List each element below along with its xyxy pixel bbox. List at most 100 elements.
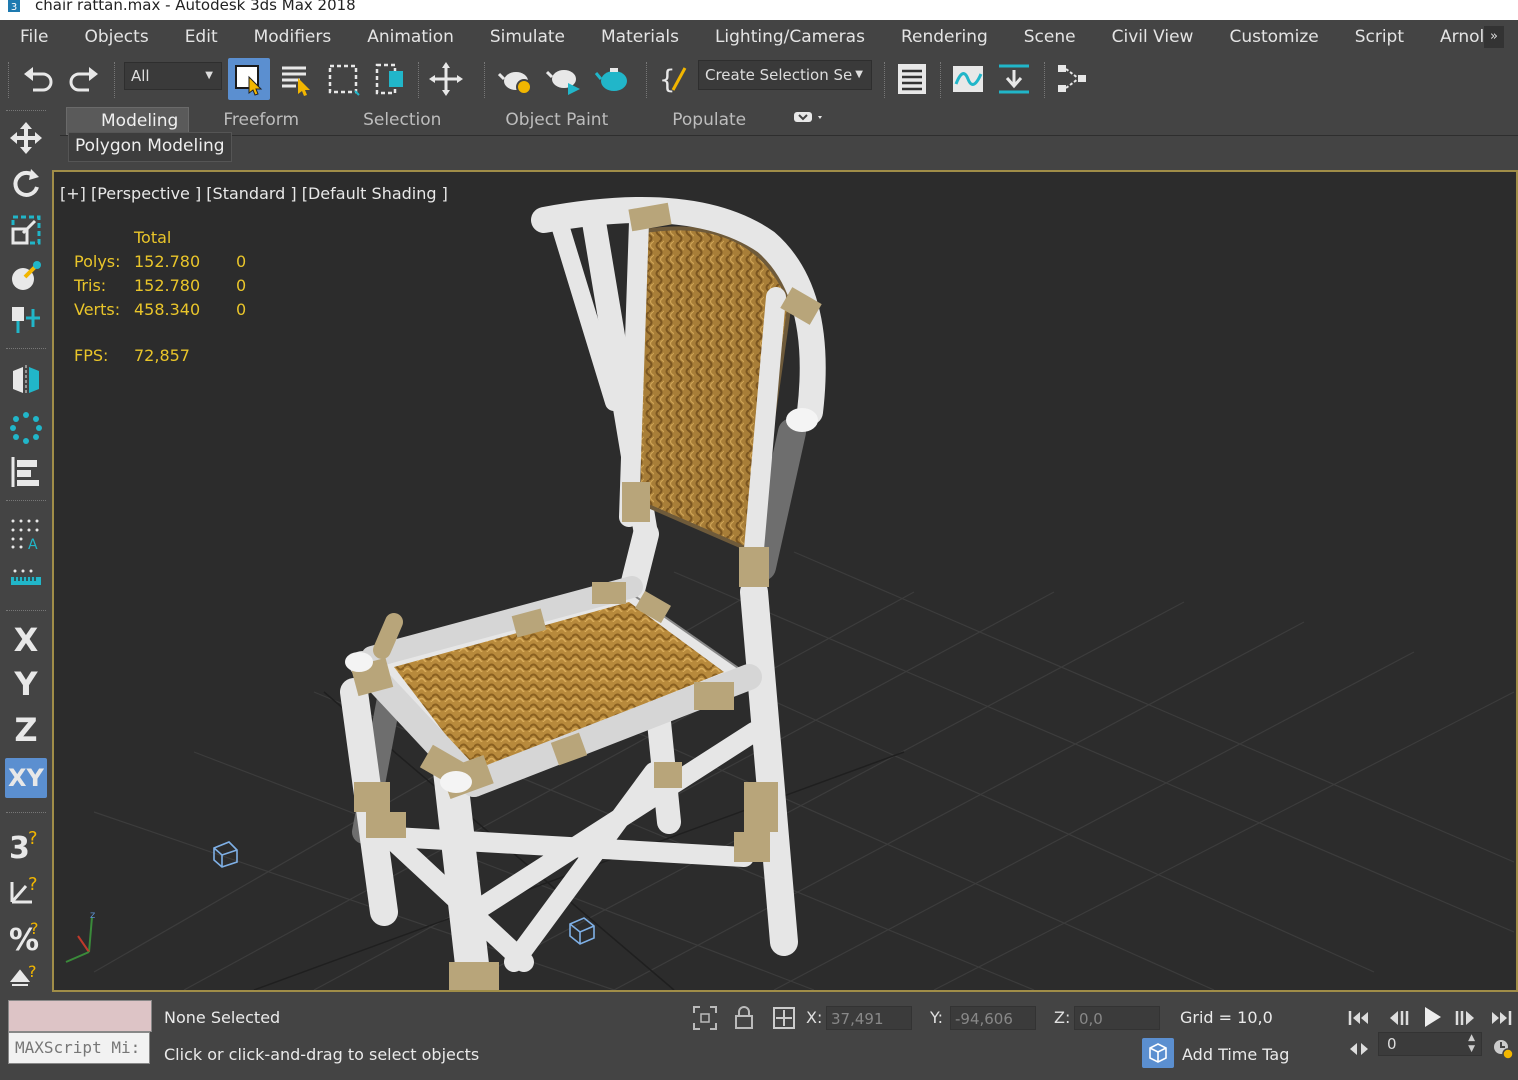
play-button[interactable] <box>1416 1002 1448 1032</box>
tab-freeform[interactable]: Freeform <box>189 107 299 135</box>
maxscript-mini-listener[interactable]: MAXScript Mi: <box>8 1032 150 1064</box>
menu-animation[interactable]: Animation <box>349 20 472 54</box>
dope-sheet-icon <box>999 64 1029 94</box>
stats-value: 0 <box>236 252 247 271</box>
menu-rendering[interactable]: Rendering <box>883 20 1006 54</box>
add-time-tag-label[interactable]: Add Time Tag <box>1182 1045 1289 1064</box>
key-mode-toggle-button[interactable] <box>1344 1036 1374 1062</box>
snaps-toggle-button[interactable]: A <box>5 514 47 554</box>
menu-overflow-button[interactable]: » <box>1484 26 1504 48</box>
go-to-end-button[interactable] <box>1486 1004 1516 1032</box>
percent-snap-button[interactable]: %? <box>5 916 47 956</box>
angle-snap-button[interactable]: ? <box>5 870 47 910</box>
render-frame-button[interactable] <box>544 60 588 98</box>
array-button[interactable] <box>5 408 47 448</box>
select-by-name-icon <box>282 66 310 96</box>
menu-civil-view[interactable]: Civil View <box>1094 20 1212 54</box>
transform-mode-button[interactable] <box>770 1004 798 1032</box>
schematic-view-button[interactable] <box>1052 60 1092 98</box>
z-coord-field[interactable]: 0,0 <box>1074 1006 1160 1030</box>
rectangular-selection-button[interactable] <box>322 60 364 98</box>
constrain-xy-button[interactable]: XY <box>5 758 47 798</box>
ribbon-options-button[interactable] <box>746 107 828 135</box>
spinner-snap-button[interactable]: ? <box>5 960 47 992</box>
tab-object-paint[interactable]: Object Paint <box>441 107 608 135</box>
window-crossing-icon <box>375 63 403 95</box>
spinner-snap-icon: ? <box>9 962 37 986</box>
select-by-name-button[interactable] <box>276 60 316 98</box>
menu-edit[interactable]: Edit <box>167 20 236 54</box>
isolate-selection-button[interactable] <box>690 1004 720 1032</box>
tab-modeling[interactable]: Modeling <box>66 107 190 135</box>
undo-button[interactable] <box>18 60 58 98</box>
menu-objects[interactable]: Objects <box>66 20 166 54</box>
menu-simulate[interactable]: Simulate <box>472 20 583 54</box>
window-title: chair rattan.max - Autodesk 3ds Max 2018 <box>35 0 356 14</box>
constrain-y-button[interactable]: Y <box>5 664 47 704</box>
toolbar-separator <box>418 62 420 98</box>
teapot-render-icon <box>546 70 580 95</box>
stats-value: 152.780 <box>134 252 201 271</box>
listener-swatch[interactable] <box>8 1000 152 1032</box>
dope-sheet-button[interactable] <box>994 60 1034 98</box>
x-coord-field[interactable]: 37,491 <box>826 1006 912 1030</box>
snap-3d-button[interactable]: 3? <box>5 824 47 864</box>
time-configuration-button[interactable] <box>1490 1036 1516 1062</box>
menu-file[interactable]: File <box>0 20 66 54</box>
scene-explorer-button[interactable] <box>892 60 932 98</box>
polygon-modeling-panel[interactable]: Polygon Modeling <box>68 132 232 162</box>
menu-script[interactable]: Script <box>1337 20 1422 54</box>
spinner-arrows-icon[interactable]: ▲ ▼ <box>1468 1033 1475 1055</box>
curve-editor-button[interactable] <box>948 60 988 98</box>
named-selection-set-dropdown[interactable]: Create Selection Se ▼ <box>698 60 872 90</box>
place-tool-button[interactable] <box>5 256 47 296</box>
tab-populate[interactable]: Populate <box>608 107 746 135</box>
measure-button[interactable] <box>5 558 47 598</box>
pivot-tool-button[interactable] <box>5 300 47 340</box>
scale-tool-button[interactable] <box>5 210 47 250</box>
menu-modifiers[interactable]: Modifiers <box>236 20 350 54</box>
menu-lighting-cameras[interactable]: Lighting/Cameras <box>697 20 883 54</box>
edit-named-selection-button[interactable]: { <box>654 60 694 98</box>
time-tag-button[interactable] <box>1142 1038 1174 1068</box>
stats-value: 0 <box>236 300 247 319</box>
menu-scene[interactable]: Scene <box>1006 20 1094 54</box>
window-crossing-button[interactable] <box>370 60 412 98</box>
stats-label: Polys: <box>74 252 121 271</box>
move-tool-button[interactable] <box>5 118 47 158</box>
align-button[interactable] <box>5 452 47 492</box>
perspective-viewport[interactable]: z [+] [Perspective ] [Standard ] [Defaul… <box>52 170 1518 992</box>
selection-lock-button[interactable] <box>730 1004 758 1032</box>
redo-button[interactable] <box>64 60 104 98</box>
app-icon: 3 <box>8 0 20 13</box>
select-and-move-button[interactable] <box>424 60 468 98</box>
toolbar-separator <box>114 62 116 98</box>
chevron-down-icon: ▼ <box>855 69 863 80</box>
constrain-x-button[interactable]: X <box>5 620 47 660</box>
selection-filter-dropdown[interactable]: All ▼ <box>124 62 222 90</box>
menu-materials[interactable]: Materials <box>583 20 697 54</box>
rotate-tool-button[interactable] <box>5 164 47 204</box>
menu-customize[interactable]: Customize <box>1211 20 1336 54</box>
go-to-start-button[interactable] <box>1344 1004 1374 1032</box>
main-toolbar: All ▼ { Create Selection Se ▼ <box>0 54 1518 104</box>
previous-frame-button[interactable] <box>1384 1004 1414 1032</box>
angle-snap-icon: ? <box>10 874 38 904</box>
svg-text:3: 3 <box>9 831 30 862</box>
teapot-icon <box>594 68 627 91</box>
viewport-label[interactable]: [+] [Perspective ] [Standard ] [Default … <box>60 184 448 203</box>
select-object-button[interactable] <box>228 58 270 100</box>
place-icon <box>12 261 41 290</box>
render-production-button[interactable] <box>592 60 636 98</box>
next-frame-button[interactable] <box>1450 1004 1480 1032</box>
mirror-button[interactable] <box>5 360 47 400</box>
current-frame-spinner[interactable]: 0 ▲ ▼ <box>1378 1032 1482 1056</box>
svg-text:?: ? <box>30 919 39 938</box>
constrain-z-button[interactable]: Z <box>5 710 47 750</box>
render-setup-button[interactable] <box>496 60 540 98</box>
tab-selection[interactable]: Selection <box>299 107 441 135</box>
toolbar-separator <box>6 610 46 611</box>
y-coord-field[interactable]: -94,606 <box>950 1006 1036 1030</box>
toolbar-separator <box>940 62 942 98</box>
viewport-scene[interactable]: z <box>54 172 1516 990</box>
